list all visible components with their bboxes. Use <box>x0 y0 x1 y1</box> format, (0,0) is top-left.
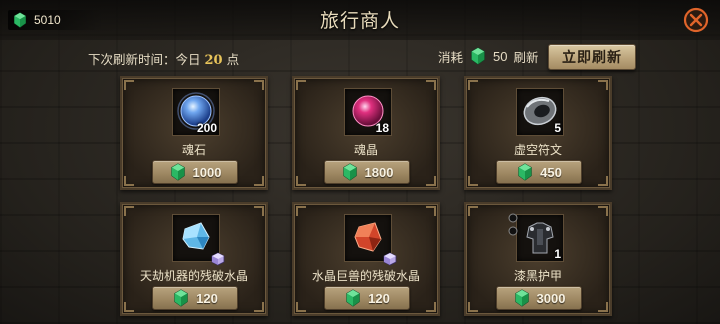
item-name: 水晶巨兽的残破水晶 <box>311 269 420 283</box>
buy-button[interactable]: 1000 <box>152 160 238 184</box>
item-price: 120 <box>196 290 218 306</box>
item-slot: 18 <box>344 88 392 136</box>
item-slot: 1 <box>508 213 564 262</box>
buy-button[interactable]: 3000 <box>496 286 582 310</box>
item-price: 120 <box>368 290 390 306</box>
item-name: 虚空符文 <box>513 143 562 157</box>
item-quantity: 18 <box>375 121 389 135</box>
green-gem-icon <box>516 163 534 181</box>
item-slot <box>344 214 392 262</box>
refresh-now-button[interactable]: 立即刷新 <box>548 44 636 70</box>
purple-cube-icon <box>383 252 397 266</box>
refresh-cost: 消耗 50 刷新 <box>438 44 539 68</box>
close-icon <box>683 7 709 33</box>
item-name: 魂石 <box>181 143 206 157</box>
cost-suffix: 刷新 <box>513 49 539 65</box>
next-refresh-time: 下次刷新时间：今日 20 点 <box>88 49 239 68</box>
shop-item-card[interactable]: 水晶巨兽的残破水晶 120 <box>292 202 440 316</box>
shop-item-card[interactable]: 1 漆黑护甲 3000 <box>464 202 612 316</box>
cost-label: 消耗 <box>438 49 464 65</box>
shop-item-card[interactable]: 天劫机器的残破水晶 120 <box>120 202 268 316</box>
item-quantity: 200 <box>196 121 217 135</box>
shop-item-card[interactable]: 200 魂石 1000 <box>120 76 268 190</box>
item-slot: 5 <box>516 88 564 136</box>
close-button[interactable] <box>682 6 710 34</box>
refresh-hour: 20 <box>204 53 223 68</box>
item-price: 450 <box>540 164 562 180</box>
purple-cube-icon <box>211 252 225 266</box>
item-quantity: 1 <box>554 247 561 261</box>
green-gem-icon <box>172 289 190 307</box>
item-quantity: 5 <box>554 121 561 135</box>
buy-button[interactable]: 120 <box>152 286 238 310</box>
item-name: 天劫机器的残破水晶 <box>139 269 248 283</box>
buy-button[interactable]: 1800 <box>324 160 410 184</box>
buy-button[interactable]: 450 <box>496 160 582 184</box>
item-price: 1800 <box>364 164 394 180</box>
green-gem-icon <box>469 47 487 65</box>
green-gem-icon <box>513 289 531 307</box>
item-slot <box>172 214 220 262</box>
shop-item-card[interactable]: 18 魂晶 1800 <box>292 76 440 190</box>
buy-button[interactable]: 120 <box>324 286 410 310</box>
item-slot: 200 <box>172 88 220 136</box>
item-price: 3000 <box>536 290 566 306</box>
cost-amount: 50 <box>493 48 508 64</box>
green-gem-icon <box>344 289 362 307</box>
item-price: 1000 <box>192 164 222 180</box>
shop-item-card[interactable]: 5 虚空符文 450 <box>464 76 612 190</box>
page-title: 旅行商人 <box>319 10 400 32</box>
refresh-label: 下次刷新时间：今日 <box>88 52 201 67</box>
item-name: 魂晶 <box>353 143 378 157</box>
refresh-unit: 点 <box>226 52 240 67</box>
green-gem-icon <box>341 163 359 181</box>
green-gem-icon <box>169 163 187 181</box>
item-name: 漆黑护甲 <box>513 269 562 283</box>
socket-dots-icon <box>508 213 518 236</box>
